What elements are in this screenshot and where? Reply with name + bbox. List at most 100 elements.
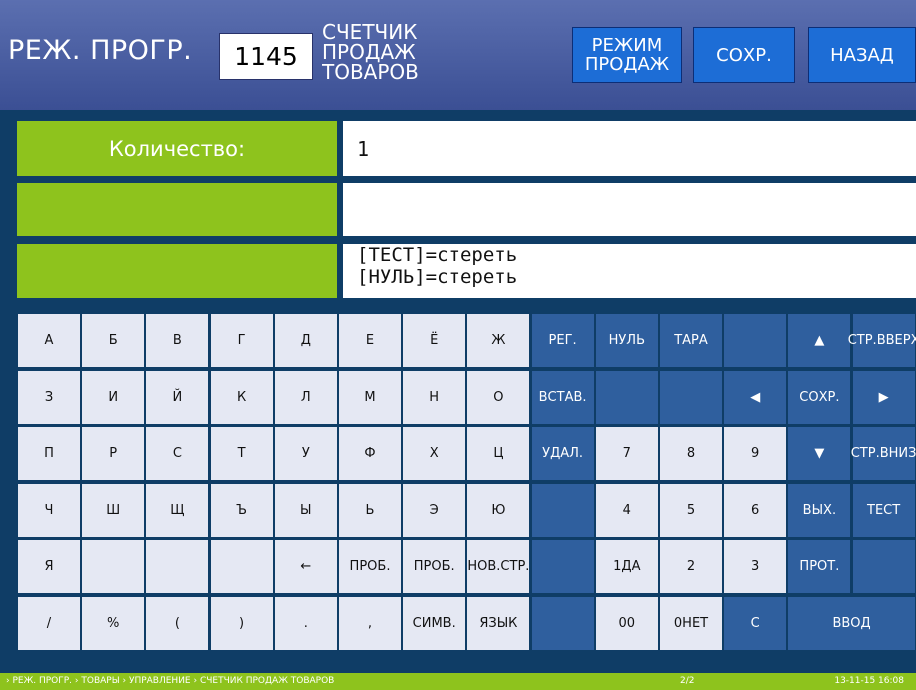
sales-mode-label-2: ПРОДАЖ	[584, 54, 670, 75]
key-label: Я	[44, 559, 54, 574]
key-Н[interactable]: Н	[402, 369, 467, 425]
key-label: 0	[673, 615, 683, 631]
key-label: С	[172, 446, 182, 461]
key-label: ВВЕРХ	[876, 333, 916, 348]
key-,[interactable]: ,	[338, 595, 402, 651]
key-label: 4	[622, 502, 631, 518]
key-НУЛЬ[interactable]: НУЛЬ	[594, 313, 659, 368]
sales-mode-button[interactable]: РЕЖИМ ПРОДАЖ	[572, 27, 682, 83]
key-Е[interactable]: Е	[338, 313, 402, 368]
key-7[interactable]: 7	[594, 426, 659, 481]
key-blank[interactable]	[659, 369, 723, 425]
key-3[interactable]: 3	[723, 539, 788, 594]
key-Т[interactable]: Т	[209, 426, 274, 481]
key-ВВОД[interactable]: ВВОД	[787, 595, 916, 651]
key-Д[interactable]: Д	[273, 313, 338, 368]
key-▶[interactable]: ▶	[851, 369, 916, 425]
key-Х[interactable]: Х	[402, 426, 467, 481]
key-С[interactable]: С	[145, 426, 210, 481]
key-Ю[interactable]: Ю	[466, 482, 531, 538]
key-ЯЗЫК[interactable]: ЯЗЫК	[466, 595, 531, 651]
key-6[interactable]: 6	[723, 482, 788, 538]
key-4[interactable]: 4	[594, 482, 659, 538]
key-blank[interactable]	[594, 369, 659, 425]
key-ПРОТ.[interactable]: ПРОТ.	[787, 539, 852, 594]
key-Ц[interactable]: Ц	[466, 426, 531, 481]
key-%[interactable]: %	[81, 595, 146, 651]
sales-mode-label-1: РЕЖИМ	[591, 35, 663, 56]
key-blank[interactable]	[723, 313, 788, 368]
key-blank[interactable]	[530, 595, 595, 651]
key-label: 8	[686, 446, 696, 461]
key-У[interactable]: У	[273, 426, 338, 481]
key-00[interactable]: 00	[594, 595, 659, 651]
key-О[interactable]: О	[466, 369, 531, 425]
key-0-НЕТ[interactable]: 0 НЕТ	[659, 595, 723, 651]
key-Ф[interactable]: Ф	[338, 426, 402, 481]
key-К[interactable]: К	[209, 369, 274, 425]
key-Ч[interactable]: Ч	[17, 482, 81, 538]
back-button[interactable]: НАЗАД	[808, 27, 916, 83]
key-А[interactable]: А	[17, 313, 81, 368]
key-Ж[interactable]: Ж	[466, 313, 531, 368]
quantity-field[interactable]: 1	[343, 121, 916, 176]
key-Ш[interactable]: Ш	[81, 482, 146, 538]
key-▼[interactable]: ▼	[787, 426, 852, 481]
key-Ь[interactable]: Ь	[338, 482, 402, 538]
key-blank[interactable]	[81, 539, 146, 594]
key-ВСТАВ.[interactable]: ВСТАВ.	[530, 369, 595, 425]
key-([interactable]: (	[145, 595, 210, 651]
key-СТР.-ВНИЗ[interactable]: СТР. ВНИЗ	[851, 426, 916, 481]
key-Я[interactable]: Я	[17, 539, 81, 594]
key-Г[interactable]: Г	[209, 313, 274, 368]
key-СТР.-ВВЕРХ[interactable]: СТР. ВВЕРХ	[848, 313, 916, 368]
key-СИМВ.[interactable]: СИМВ.	[402, 595, 467, 651]
key-НОВ.-СТР.[interactable]: НОВ. СТР.	[466, 539, 531, 594]
key-П[interactable]: П	[17, 426, 81, 481]
key-2[interactable]: 2	[659, 539, 723, 594]
key-blank[interactable]	[851, 539, 916, 594]
key-Ъ[interactable]: Ъ	[209, 482, 274, 538]
key-blank[interactable]	[209, 539, 274, 594]
key-▲[interactable]: ▲	[787, 313, 852, 368]
key-label: ←	[300, 559, 312, 574]
key-9[interactable]: 9	[723, 426, 788, 481]
key-Й[interactable]: Й	[145, 369, 210, 425]
key-blank[interactable]	[145, 539, 210, 594]
key-blank[interactable]	[530, 482, 595, 538]
key-В[interactable]: В	[145, 313, 210, 368]
key-8[interactable]: 8	[659, 426, 723, 481]
key-label: Ю	[491, 502, 506, 518]
key-ТАРА[interactable]: ТАРА	[659, 313, 723, 368]
key-ТЕСТ[interactable]: ТЕСТ	[851, 482, 916, 538]
key-ПРОБ.[interactable]: ПРОБ.	[338, 539, 402, 594]
key-label: %	[107, 615, 120, 631]
key-ВЫХ.[interactable]: ВЫХ.	[787, 482, 852, 538]
key-←[interactable]: ←	[273, 539, 338, 594]
key-Р[interactable]: Р	[81, 426, 146, 481]
key-Э[interactable]: Э	[402, 482, 467, 538]
key-УДАЛ.[interactable]: УДАЛ.	[530, 426, 595, 481]
key-Б[interactable]: Б	[81, 313, 146, 368]
key-РЕГ.[interactable]: РЕГ.	[530, 313, 595, 368]
key-/[interactable]: /	[17, 595, 81, 651]
key-blank[interactable]	[530, 539, 595, 594]
key-СОХР.[interactable]: СОХР.	[787, 369, 852, 425]
key-Л[interactable]: Л	[273, 369, 338, 425]
key-label: РЕГ.	[548, 333, 577, 348]
key-М[interactable]: М	[338, 369, 402, 425]
key-Щ[interactable]: Щ	[145, 482, 210, 538]
key-И[interactable]: И	[81, 369, 146, 425]
key-З[interactable]: З	[17, 369, 81, 425]
key-◀[interactable]: ◀	[723, 369, 788, 425]
key-)[interactable]: )	[209, 595, 274, 651]
key-5[interactable]: 5	[659, 482, 723, 538]
key-1-ДА[interactable]: 1 ДА	[594, 539, 659, 594]
key-.[interactable]: .	[273, 595, 338, 651]
key-ПРОБ.[interactable]: ПРОБ.	[402, 539, 467, 594]
key-label: Й	[172, 389, 183, 405]
key-Ё[interactable]: Ё	[402, 313, 467, 368]
key-Ы[interactable]: Ы	[273, 482, 338, 538]
save-button[interactable]: СОХР.	[693, 27, 795, 83]
key-С[interactable]: С	[723, 595, 788, 651]
